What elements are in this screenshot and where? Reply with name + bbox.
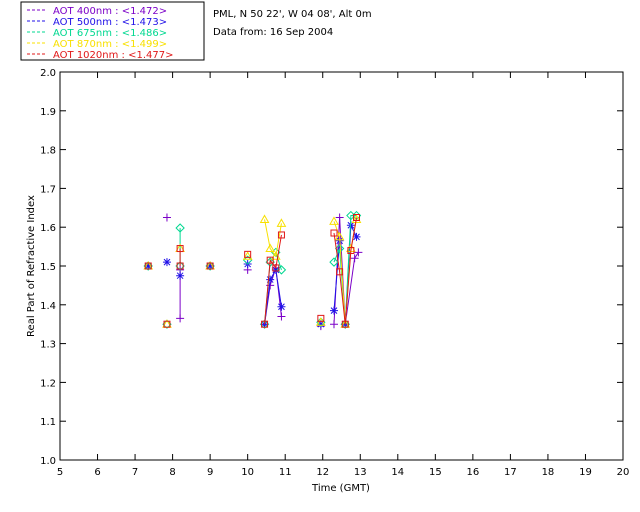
x-tick-label: 9 xyxy=(207,467,213,478)
y-tick-label: 1.7 xyxy=(40,184,56,195)
x-tick-label: 19 xyxy=(579,467,592,478)
data-point-asterisk xyxy=(266,275,275,284)
x-tick-label: 5 xyxy=(57,467,63,478)
y-tick-label: 2.0 xyxy=(40,68,56,79)
y-tick-label: 1.4 xyxy=(40,301,56,312)
legend-label: AOT 500nm : <1.473> xyxy=(53,17,167,28)
date-label: Data from: 16 Sep 2004 xyxy=(213,27,333,38)
legend: AOT 400nm : <1.472>AOT 500nm : <1.473>AO… xyxy=(20,1,205,61)
y-tick-label: 1.6 xyxy=(40,223,56,234)
data-point-plus xyxy=(176,314,185,323)
x-tick-label: 20 xyxy=(617,467,630,478)
x-tick-label: 18 xyxy=(542,467,555,478)
x-tick-label: 14 xyxy=(391,467,404,478)
x-axis-title: Time (GMT) xyxy=(311,483,370,494)
y-tick-label: 1.9 xyxy=(40,107,56,118)
x-tick-label: 6 xyxy=(94,467,100,478)
refractive-index-chart: AOT 400nm : <1.472>AOT 500nm : <1.473>AO… xyxy=(20,1,629,494)
data-series xyxy=(143,210,363,331)
data-point-plus xyxy=(162,213,171,222)
data-point-plus xyxy=(350,254,359,263)
legend-label: AOT 870nm : <1.499> xyxy=(53,39,167,50)
x-tick-label: 10 xyxy=(241,467,254,478)
data-point-plus xyxy=(277,312,286,321)
x-tick-label: 15 xyxy=(429,467,442,478)
y-axis-title: Real Part of Refractive Index xyxy=(26,195,37,337)
x-tick-label: 13 xyxy=(354,467,367,478)
site-label: PML, N 50 22', W 04 08', Alt 0m xyxy=(213,9,372,20)
data-point-asterisk xyxy=(277,302,286,311)
series-3 xyxy=(143,214,362,328)
y-tick-label: 1.5 xyxy=(40,262,56,273)
legend-label: AOT 400nm : <1.472> xyxy=(53,6,167,17)
x-tick-label: 7 xyxy=(132,467,138,478)
y-tick-label: 1.0 xyxy=(40,456,56,467)
x-tick-label: 16 xyxy=(466,467,479,478)
data-point-asterisk xyxy=(329,306,338,315)
x-tick-label: 8 xyxy=(169,467,175,478)
data-point-triangle xyxy=(329,216,339,225)
x-tick-label: 17 xyxy=(504,467,517,478)
y-tick-label: 1.1 xyxy=(40,417,56,428)
data-point-plus xyxy=(329,320,338,329)
legend-label: AOT 1020nm : <1.477> xyxy=(53,50,173,61)
series-0 xyxy=(144,213,363,331)
legend-label: AOT 675nm : <1.486> xyxy=(53,28,167,39)
data-point-asterisk xyxy=(162,258,171,267)
x-tick-label: 12 xyxy=(316,467,329,478)
y-tick-label: 1.2 xyxy=(40,378,56,389)
data-point-plus xyxy=(335,213,344,222)
y-tick-label: 1.3 xyxy=(40,340,56,351)
axes: 5 6 7 8 9 10 11 12 13 14 15 16 17 18 19 20 1.0 1.1 1.2 1.3 1… xyxy=(40,68,629,478)
data-point-plus xyxy=(354,248,363,257)
series-1 xyxy=(144,221,361,329)
series-4 xyxy=(144,214,361,328)
data-point-asterisk xyxy=(176,271,185,280)
y-tick-label: 1.8 xyxy=(40,146,56,157)
x-tick-label: 11 xyxy=(279,467,292,478)
